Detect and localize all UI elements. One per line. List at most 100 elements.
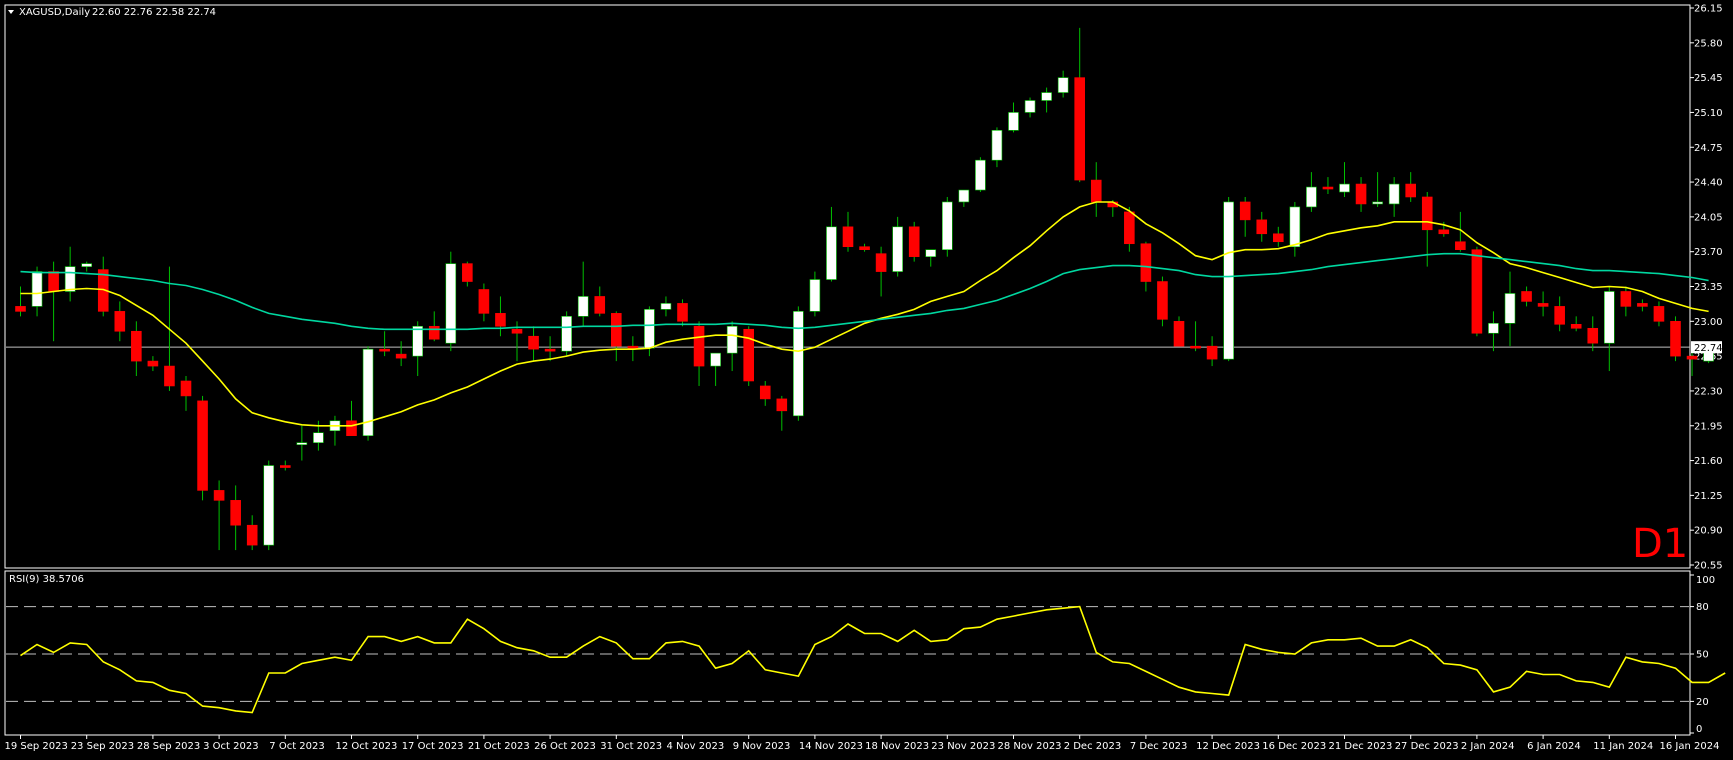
current-price-label: 22.74: [1694, 343, 1723, 354]
candle-body-bear: [1322, 186, 1334, 190]
candle-body-bear: [1140, 243, 1152, 282]
candle-body-bear: [131, 330, 142, 362]
candle-body-bear: [1587, 327, 1599, 344]
candle: [197, 395, 208, 501]
candle-body-bear: [627, 345, 639, 349]
candle-body-bull: [81, 263, 92, 267]
candle-body-bull: [1372, 201, 1383, 205]
candle-body-bear: [1273, 233, 1284, 243]
time-tick-label: 21 Oct 2023: [468, 741, 530, 752]
price-tick-label: 26.15: [1694, 4, 1723, 15]
candle-body-bear: [1355, 183, 1367, 205]
price-tick-label: 21.95: [1694, 421, 1723, 432]
time-tick-label: 7 Oct 2023: [269, 741, 324, 752]
time-tick-label: 31 Oct 2023: [600, 741, 662, 752]
candle-body-bear: [776, 398, 788, 412]
candle-body-bear: [594, 296, 606, 314]
candle-body-bear: [114, 311, 126, 332]
price-tick-label: 23.00: [1694, 317, 1723, 328]
candle-body-bull: [1008, 112, 1019, 131]
candle-body-bull: [1339, 183, 1350, 193]
time-tick-label: 28 Sep 2023: [137, 741, 200, 752]
candle-body-bear: [48, 271, 59, 292]
chart-background: [0, 0, 1733, 756]
candle-body-bear: [859, 246, 870, 250]
candle-body-bull: [991, 130, 1003, 161]
candle-body-bull: [31, 271, 43, 307]
price-tick-label: 22.30: [1694, 386, 1723, 397]
candle-body-bear: [15, 306, 26, 312]
time-tick-label: 2 Dec 2023: [1064, 741, 1122, 752]
candle-body-bear: [1124, 211, 1135, 245]
candle-body-bear: [1455, 241, 1466, 250]
candle-body-bull: [726, 325, 738, 354]
candle-body-bull: [975, 159, 986, 191]
candle: [362, 346, 374, 441]
price-tick-label: 20.55: [1694, 561, 1723, 572]
candle: [743, 326, 755, 386]
candle: [908, 221, 920, 262]
time-tick-label: 16 Jan 2024: [1660, 741, 1720, 752]
candle-body-bear: [544, 348, 556, 352]
candle-body-bear: [495, 313, 506, 327]
time-tick-label: 14 Nov 2023: [799, 741, 863, 752]
candle-body-bear: [528, 335, 539, 350]
price-tick-label: 20.90: [1694, 526, 1723, 537]
time-tick-label: 11 Jan 2024: [1593, 741, 1653, 752]
candle-body-bear: [693, 325, 705, 367]
candle-body-bull: [296, 442, 308, 445]
candle-body-bear: [1421, 196, 1433, 231]
candle-body-bear: [230, 500, 241, 526]
rsi-title: RSI(9) 38.5706: [9, 574, 84, 585]
candle-body-bear: [610, 313, 622, 347]
candle-body-bear: [346, 420, 357, 436]
candle-body-bull: [445, 263, 457, 344]
candle-body-bear: [395, 353, 407, 359]
candle-body-bull: [826, 226, 837, 280]
candle-body-bear: [677, 303, 688, 322]
rsi-tick-label: 20: [1696, 697, 1709, 708]
candle-body-bull: [1057, 77, 1069, 93]
candle-body-bull: [958, 189, 970, 203]
candle-body-bear: [462, 263, 473, 282]
candle-body-bear: [511, 328, 523, 334]
price-tick-label: 25.45: [1694, 73, 1723, 84]
time-tick-label: 7 Dec 2023: [1130, 741, 1188, 752]
candle-body-bear: [213, 490, 225, 501]
candle: [1670, 316, 1681, 362]
price-tick-label: 25.10: [1694, 108, 1723, 119]
time-tick-label: 27 Dec 2023: [1395, 741, 1459, 752]
candle-body-bull: [1504, 293, 1516, 324]
candle-body-bear: [1074, 77, 1085, 181]
candle-body-bear: [1239, 201, 1251, 221]
symbol-timeframe: XAGUSD,Daily: [19, 7, 90, 18]
candle-body-bear: [1637, 303, 1648, 307]
time-tick-label: 17 Oct 2023: [402, 741, 464, 752]
candle-body-bear: [842, 226, 854, 248]
rsi-tick-label: 0: [1696, 724, 1702, 735]
candle-body-bull: [1223, 201, 1234, 360]
candle-body-bear: [759, 385, 771, 400]
candle-body-bull: [1488, 323, 1499, 334]
candle-body-bear: [875, 253, 887, 272]
candle-body-bull: [660, 303, 672, 310]
candle-body-bear: [1438, 229, 1450, 235]
time-tick-label: 12 Oct 2023: [336, 741, 398, 752]
time-tick-label: 3 Oct 2023: [203, 741, 258, 752]
candle-body-bear: [1686, 355, 1698, 360]
candle-body-bear: [1554, 306, 1565, 325]
candle-body-bear: [246, 524, 258, 546]
chart-header: XAGUSD,Daily 22.60 22.76 22.58 22.74: [8, 7, 216, 18]
candle-body-bear: [1537, 303, 1549, 307]
time-tick-label: 28 Nov 2023: [998, 741, 1062, 752]
price-tick-label: 24.75: [1694, 143, 1723, 154]
candle-body-bull: [1388, 183, 1400, 205]
candle: [1157, 276, 1168, 327]
candle-body-bear: [1570, 323, 1582, 329]
candle-body-bull: [412, 325, 424, 357]
price-tick-label: 23.70: [1694, 247, 1723, 258]
candle-body-bull: [925, 249, 937, 257]
candle-body-bear: [1521, 291, 1532, 302]
candle: [561, 311, 572, 357]
time-tick-label: 21 Dec 2023: [1329, 741, 1393, 752]
